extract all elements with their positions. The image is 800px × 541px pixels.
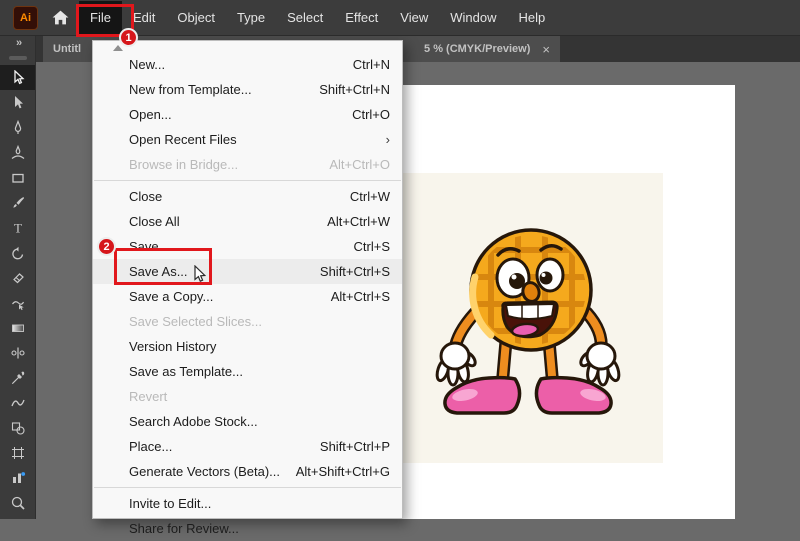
menu-item-label: Share for Review...: [129, 521, 239, 536]
document-tab-title-left: Untitl: [53, 43, 81, 55]
menubar-items: FileEditObjectTypeSelectEffectViewWindow…: [79, 1, 556, 34]
menubar-item-help[interactable]: Help: [507, 1, 556, 34]
direct-selection-tool-icon[interactable]: [0, 90, 35, 115]
menu-item-shortcut: Shift+Ctrl+S: [320, 264, 390, 279]
menu-item-label: Close All: [129, 214, 180, 229]
menu-item-shortcut: Alt+Ctrl+W: [327, 214, 390, 229]
menu-item-generate-vectors-beta[interactable]: Generate Vectors (Beta)... Alt+Shift+Ctrl…: [93, 459, 402, 484]
file-menu-items: New... Ctrl+N New from Template... Shift+Ct…: [93, 52, 402, 541]
menu-item-new[interactable]: New... Ctrl+N: [93, 52, 402, 77]
paintbrush-tool-icon[interactable]: [0, 190, 35, 215]
menubar-item-view[interactable]: View: [389, 1, 439, 34]
menu-item-share-for-review[interactable]: Share for Review...: [93, 516, 402, 541]
menu-item-label: New...: [129, 57, 165, 72]
rotate-tool-icon[interactable]: [0, 240, 35, 265]
menu-item-label: Search Adobe Stock...: [129, 414, 258, 429]
menu-item-close-all[interactable]: Close All Alt+Ctrl+W: [93, 209, 402, 234]
artboard-tool-icon[interactable]: [0, 440, 35, 465]
menu-item-label: Close: [129, 189, 162, 204]
menu-item-revert[interactable]: Revert: [93, 384, 402, 409]
menu-item-label: Browse in Bridge...: [129, 157, 238, 172]
mouse-cursor-icon: [191, 265, 208, 289]
menu-item-shortcut: Ctrl+O: [352, 107, 390, 122]
double-chevron-right-icon[interactable]: »: [0, 36, 35, 49]
menubar-item-select[interactable]: Select: [276, 1, 334, 34]
menu-item-open-recent-files[interactable]: Open Recent Files ›: [93, 127, 402, 152]
menu-item-close[interactable]: Close Ctrl+W: [93, 184, 402, 209]
menu-item-shortcut: Alt+Ctrl+S: [331, 289, 390, 304]
menu-item-shortcut: Alt+Ctrl+O: [329, 157, 390, 172]
menubar-item-object[interactable]: Object: [166, 1, 226, 34]
menu-item-label: Place...: [129, 439, 172, 454]
menu-separator: [94, 487, 401, 488]
tool-list: T: [0, 65, 35, 515]
menu-item-label: Version History: [129, 339, 216, 354]
menu-item-shortcut: Alt+Shift+Ctrl+G: [296, 464, 390, 479]
tools-panel: » T: [0, 36, 36, 519]
tab-close-icon[interactable]: ×: [542, 42, 550, 57]
submenu-chevron-icon: ›: [386, 132, 390, 147]
zoom-tool-icon[interactable]: [0, 490, 35, 515]
menu-item-browse-in-bridge[interactable]: Browse in Bridge... Alt+Ctrl+O: [93, 152, 402, 177]
annotation-step-2-badge: 2: [97, 237, 116, 256]
symbol-sprayer-tool-icon[interactable]: [0, 415, 35, 440]
menu-item-label: Generate Vectors (Beta)...: [129, 464, 280, 479]
eraser-tool-icon[interactable]: [0, 265, 35, 290]
panel-drag-handle[interactable]: [9, 56, 27, 60]
menu-item-version-history[interactable]: Version History: [93, 334, 402, 359]
menu-item-label: Save a Copy...: [129, 289, 213, 304]
graph-tool-icon[interactable]: [0, 465, 35, 490]
shaper-tool-icon[interactable]: [0, 290, 35, 315]
waffle-character-image[interactable]: [403, 173, 663, 463]
type-tool-icon[interactable]: T: [0, 215, 35, 240]
menu-item-shortcut: Ctrl+S: [354, 239, 390, 254]
eyedropper-tool-icon[interactable]: [0, 365, 35, 390]
menu-item-search-adobe-stock[interactable]: Search Adobe Stock...: [93, 409, 402, 434]
menu-item-save-selected-slices[interactable]: Save Selected Slices...: [93, 309, 402, 334]
menu-item-shortcut: Ctrl+W: [350, 189, 390, 204]
menu-item-save-as-template[interactable]: Save as Template...: [93, 359, 402, 384]
gradient-tool-icon[interactable]: [0, 315, 35, 340]
home-icon[interactable]: [51, 9, 70, 26]
curvature-tool-icon[interactable]: [0, 140, 35, 165]
menubar-item-effect[interactable]: Effect: [334, 1, 389, 34]
menu-item-new-from-template[interactable]: New from Template... Shift+Ctrl+N: [93, 77, 402, 102]
menu-item-place[interactable]: Place... Shift+Ctrl+P: [93, 434, 402, 459]
pen-tool-icon[interactable]: [0, 115, 35, 140]
menu-item-open[interactable]: Open... Ctrl+O: [93, 102, 402, 127]
menu-item-label: Open Recent Files: [129, 132, 237, 147]
svg-text:T: T: [14, 220, 22, 235]
menu-item-label: Revert: [129, 389, 167, 404]
width-tool-icon[interactable]: [0, 340, 35, 365]
menu-separator: [94, 180, 401, 181]
menubar-item-type[interactable]: Type: [226, 1, 276, 34]
menu-item-shortcut: Shift+Ctrl+P: [320, 439, 390, 454]
menu-item-label: Invite to Edit...: [129, 496, 211, 511]
illustrator-logo-icon[interactable]: Ai: [13, 6, 38, 30]
rectangle-tool-icon[interactable]: [0, 165, 35, 190]
blend-tool-icon[interactable]: [0, 390, 35, 415]
selection-tool-icon[interactable]: [0, 65, 35, 90]
menu-item-invite-to-edit[interactable]: Invite to Edit...: [93, 491, 402, 516]
menu-item-label: New from Template...: [129, 82, 252, 97]
annotation-step-1-badge: 1: [119, 28, 138, 47]
menu-item-shortcut: Shift+Ctrl+N: [319, 82, 390, 97]
menu-item-label: Save Selected Slices...: [129, 314, 262, 329]
menu-item-label: Save as Template...: [129, 364, 243, 379]
menu-scroll-up-icon[interactable]: [113, 45, 123, 51]
document-tab-title-right: 5 % (CMYK/Preview): [424, 43, 530, 55]
menubar-item-window[interactable]: Window: [439, 1, 507, 34]
menu-item-label: Open...: [129, 107, 172, 122]
menu-item-save-a-copy[interactable]: Save a Copy... Alt+Ctrl+S: [93, 284, 402, 309]
menu-item-shortcut: Ctrl+N: [353, 57, 390, 72]
